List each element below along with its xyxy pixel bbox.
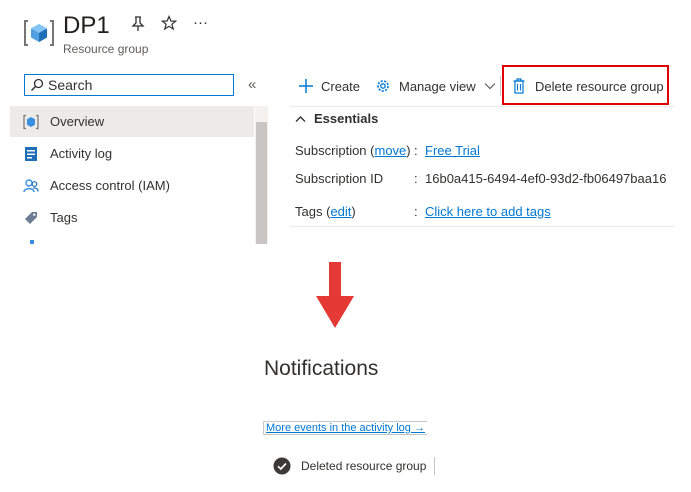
sidebar-next-item-icon (30, 240, 34, 244)
sidebar-item-access-control[interactable]: Access control (IAM) (10, 170, 254, 201)
sidebar-item-overview[interactable]: Overview (10, 106, 254, 137)
iam-people-icon (23, 178, 39, 194)
highlight-box (502, 65, 669, 105)
search-icon (30, 78, 44, 92)
chevron-down-icon (484, 83, 496, 90)
separator: : (414, 143, 418, 158)
essentials-bottom-line (290, 226, 674, 227)
pin-icon[interactable] (131, 16, 145, 36)
search-box[interactable] (24, 74, 234, 96)
chevron-up-icon (295, 115, 306, 122)
subscription-value-link[interactable]: Free Trial (425, 143, 480, 158)
notification-divider (434, 457, 435, 475)
tag-icon (23, 210, 39, 226)
subscription-move-link[interactable]: move (375, 143, 407, 158)
star-icon[interactable] (160, 14, 178, 35)
red-down-arrow (316, 262, 354, 335)
check-circle-icon (273, 457, 291, 474)
tags-label: Tags (edit) (295, 204, 356, 219)
essentials-title: Essentials (314, 111, 379, 126)
create-label: Create (321, 78, 361, 94)
resource-group-icon (24, 18, 54, 48)
sidebar-item-label: Activity log (50, 146, 113, 161)
plus-icon (299, 79, 313, 93)
notifications-title: Notifications (264, 357, 379, 380)
more-events-link[interactable]: More events in the activity log → (263, 421, 427, 435)
activity-log-icon (23, 146, 39, 162)
sidebar-item-tags[interactable]: Tags (10, 202, 254, 233)
page-subtitle: Resource group (63, 42, 149, 56)
separator: : (414, 204, 418, 219)
notification-item[interactable]: Deleted resource group (265, 451, 435, 480)
sidebar-item-label: Overview (50, 114, 105, 129)
more-options-button[interactable]: ··· (193, 14, 208, 31)
sidebar-item-label: Access control (IAM) (50, 178, 170, 193)
sidebar-item-label: Tags (50, 210, 78, 225)
collapse-sidebar-button[interactable]: « (248, 76, 256, 93)
sidebar-scrollbar-thumb[interactable] (256, 122, 267, 244)
toolbar-divider (500, 76, 501, 96)
separator: : (414, 171, 418, 186)
sidebar-item-activity-log[interactable]: Activity log (10, 138, 254, 169)
toolbar-divider-line (290, 106, 674, 107)
create-button[interactable]: Create (298, 76, 360, 96)
subscription-label: Subscription (move) (295, 143, 411, 158)
manage-view-label: Manage view (399, 78, 476, 94)
notification-text: Deleted resource group (301, 458, 427, 473)
essentials-toggle[interactable]: Essentials (295, 111, 378, 126)
search-input[interactable] (44, 77, 218, 93)
subscription-id-label: Subscription ID (295, 171, 384, 186)
add-tags-link[interactable]: Click here to add tags (425, 204, 551, 219)
tags-edit-link[interactable]: edit (330, 204, 351, 219)
subscription-id-value: 16b0a415-6494-4ef0-93d2-fb06497baa16 (425, 171, 667, 186)
resource-group-icon (23, 114, 39, 130)
page-title: DP1 (63, 12, 110, 39)
gear-icon (377, 80, 389, 92)
manage-view-button[interactable]: Manage view (375, 76, 496, 96)
